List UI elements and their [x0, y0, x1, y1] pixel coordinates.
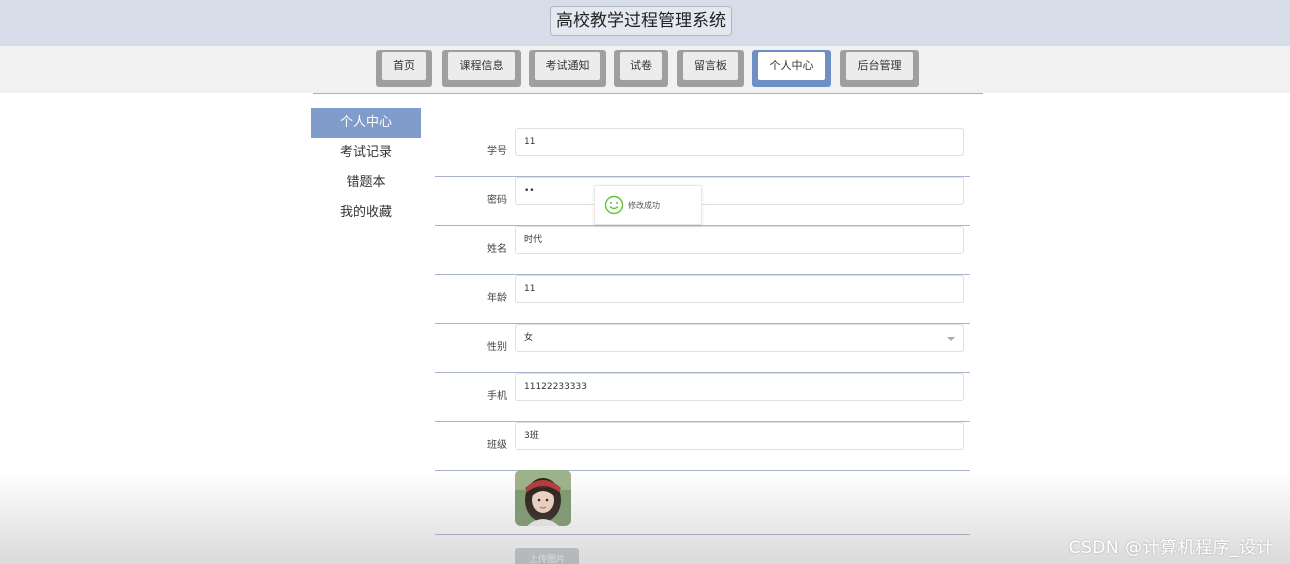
upload-image-button[interactable]: 上传图片	[515, 548, 579, 564]
nav-exam-paper-label: 试卷	[620, 52, 662, 80]
smile-icon	[604, 195, 624, 215]
student-id-input[interactable]: 11	[515, 128, 964, 156]
form-row-student-id: 学号 11	[435, 128, 970, 177]
gender-label: 性别	[487, 342, 507, 353]
nav-admin[interactable]: 后台管理	[840, 50, 919, 87]
nav-personal-center-label: 个人中心	[758, 52, 825, 80]
toast-message: 修改成功	[628, 201, 660, 210]
nav-admin-label: 后台管理	[846, 52, 913, 80]
site-title: 高校教学过程管理系统	[550, 6, 732, 36]
password-label: 密码	[487, 195, 507, 206]
nav-course-info-label: 课程信息	[448, 52, 515, 80]
class-label: 班级	[487, 440, 507, 451]
phone-input[interactable]: 11122233333	[515, 373, 964, 401]
nav-message-board-label: 留言板	[683, 52, 738, 80]
nav-personal-center[interactable]: 个人中心	[752, 50, 831, 87]
avatar-photo	[515, 470, 571, 526]
nav-home-label: 首页	[382, 52, 426, 80]
nav-message-board[interactable]: 留言板	[677, 50, 744, 87]
class-input[interactable]: 3班	[515, 422, 964, 450]
nav-exam-notice-label: 考试通知	[535, 52, 600, 80]
nav-home[interactable]: 首页	[376, 50, 432, 87]
sidebar-item-mistake-book[interactable]: 错题本	[311, 168, 421, 198]
watermark-text: CSDN @计算机程序_设计	[1068, 538, 1274, 558]
success-toast: 修改成功	[594, 185, 702, 225]
sidebar-item-personal-center[interactable]: 个人中心	[311, 108, 421, 138]
age-label: 年龄	[487, 293, 507, 304]
form-row-name: 姓名 时代	[435, 226, 970, 275]
form-row-phone: 手机 11122233333	[435, 373, 970, 422]
name-input[interactable]: 时代	[515, 226, 964, 254]
form-row-avatar	[435, 460, 970, 535]
sidebar-item-exam-records[interactable]: 考试记录	[311, 138, 421, 168]
row-divider	[435, 534, 970, 535]
nav-exam-notice[interactable]: 考试通知	[529, 50, 606, 87]
gender-select[interactable]: 女	[515, 324, 964, 352]
content-divider	[313, 93, 983, 94]
header-bar: 高校教学过程管理系统	[0, 0, 1290, 46]
phone-label: 手机	[487, 391, 507, 402]
sidebar-item-favorites[interactable]: 我的收藏	[311, 198, 421, 228]
student-id-label: 学号	[487, 146, 507, 157]
form-row-password: 密码 ••	[435, 177, 970, 226]
name-label: 姓名	[487, 244, 507, 255]
password-input[interactable]: ••	[515, 177, 964, 205]
form-row-age: 年龄 11	[435, 275, 970, 324]
form-row-gender: 性别 女	[435, 324, 970, 373]
nav-bar: 首页 课程信息 考试通知 试卷 留言板 个人中心 后台管理	[0, 46, 1290, 93]
gender-select-value: 女	[524, 333, 534, 343]
avatar[interactable]	[515, 470, 571, 526]
nav-course-info[interactable]: 课程信息	[442, 50, 521, 87]
age-input[interactable]: 11	[515, 275, 964, 303]
nav-exam-paper[interactable]: 试卷	[614, 50, 668, 87]
chevron-down-icon[interactable]	[947, 337, 955, 341]
